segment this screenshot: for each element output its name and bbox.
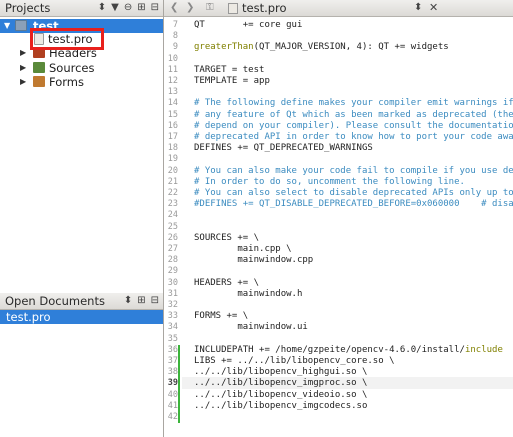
code-line: #DEFINES += QT_DISABLE_DEPRECATED_BEFORE…: [194, 199, 513, 210]
code-line: greaterThan(QT_MAJOR_VERSION, 4): QT += …: [194, 42, 449, 53]
line-number: 31: [167, 288, 178, 299]
line-number: 33: [167, 311, 178, 322]
project-tree: ▼ test ▶ Headers test.pro ▶ Sources ▶ Fo…: [0, 17, 163, 292]
tree-item-label: Sources: [49, 61, 95, 75]
code-line: # In order to do so, uncomment the follo…: [194, 176, 465, 187]
code-line: TARGET = test: [194, 64, 265, 75]
code-line: FORMS += \: [194, 311, 249, 322]
line-number: 21: [167, 176, 178, 187]
code-line: ../../lib/libopencv_videoio.so \: [194, 389, 368, 400]
code-line: ../../lib/libopencv_highgui.so \: [194, 367, 368, 378]
code-line: mainwindow.ui: [194, 322, 308, 333]
open-documents-header: Open Documents ⬍ ⊞ ⊟: [0, 293, 163, 310]
code-line: # deprecated API in order to know how to…: [194, 132, 513, 142]
close-panel-icon[interactable]: ⊟: [151, 293, 159, 309]
expand-arrow-icon[interactable]: ▶: [20, 75, 26, 89]
left-sidebar: Projects ⬍ ▼ ⊖ ⊞ ⊟ ▼ test ▶ Headers test…: [0, 0, 163, 437]
line-number: 10: [167, 53, 178, 64]
line-number: 34: [167, 322, 178, 333]
open-document-item[interactable]: test.pro: [0, 310, 163, 324]
sources-folder-icon: [33, 62, 45, 73]
projects-panel-title[interactable]: Projects: [5, 1, 50, 15]
code-line: mainwindow.h: [194, 288, 303, 299]
line-number: 41: [167, 400, 178, 411]
close-panel-icon[interactable]: ⊟: [151, 0, 159, 16]
sort-selector-icon[interactable]: ⬍: [124, 293, 132, 309]
line-number: 19: [167, 154, 178, 165]
line-number: 28: [167, 255, 178, 266]
line-number: 24: [167, 210, 178, 221]
line-number: 32: [167, 300, 178, 310]
line-number: 26: [167, 232, 178, 243]
line-number: 17: [167, 132, 178, 142]
chevron-left-icon[interactable]: ❮: [170, 0, 178, 16]
line-number: 8: [172, 31, 178, 42]
code-line: # any feature of Qt which as been marked…: [194, 109, 513, 120]
projects-panel-header: Projects ⬍ ▼ ⊖ ⊞ ⊟: [0, 0, 163, 17]
code-line: TEMPLATE = app: [194, 76, 270, 86]
code-line: DEFINES += QT_DEPRECATED_WARNINGS: [194, 143, 373, 154]
line-number: 36: [167, 344, 178, 355]
line-number: 29: [167, 266, 178, 277]
close-icon[interactable]: ✕: [429, 0, 438, 16]
filter-icon[interactable]: ▼: [111, 0, 119, 16]
open-documents-list: test.pro: [0, 310, 163, 437]
line-number: 40: [167, 389, 178, 400]
code-line: SOURCES += \: [194, 232, 260, 243]
code-line: # You can also make your code fail to co…: [194, 165, 513, 176]
line-number: 30: [167, 277, 178, 288]
line-number: 39: [167, 378, 178, 389]
split-icon[interactable]: ⊞: [137, 293, 145, 309]
open-documents-title[interactable]: Open Documents: [5, 294, 105, 308]
code-line: QT += core gui: [194, 20, 303, 30]
expand-arrow-icon[interactable]: ▶: [20, 61, 26, 75]
split-icon[interactable]: ⊞: [137, 0, 145, 16]
line-number: 20: [167, 165, 178, 176]
link-icon[interactable]: ⊖: [124, 0, 132, 16]
line-number: 23: [167, 199, 178, 210]
line-number: 37: [167, 356, 178, 366]
line-number: 25: [167, 221, 178, 232]
line-number: 14: [167, 98, 178, 109]
lock-icon[interactable]: ⚿: [206, 0, 214, 16]
code-line: HEADERS += \: [194, 277, 260, 288]
code-line: mainwindow.cpp: [194, 255, 314, 266]
line-number: 27: [167, 244, 178, 254]
annotation-highlight-box: [30, 28, 104, 50]
line-number: 42: [167, 412, 178, 422]
editor-tab-filename[interactable]: test.pro: [242, 0, 287, 16]
chevron-right-icon[interactable]: ❯: [186, 0, 194, 16]
code-line: # You can also select to disable depreca…: [194, 188, 513, 198]
code-line: INCLUDEPATH += /home/gzpeite/opencv-4.6.…: [194, 344, 503, 355]
project-icon: [15, 20, 27, 31]
line-number: 38: [167, 367, 178, 378]
line-number: 22: [167, 188, 178, 198]
line-number: 15: [167, 109, 178, 120]
expand-arrow-icon[interactable]: ▶: [20, 46, 26, 60]
line-number: 13: [167, 87, 178, 98]
code-line: # The following define makes your compil…: [194, 98, 513, 109]
line-number: 7: [172, 20, 178, 30]
sort-selector-icon[interactable]: ⬍: [98, 0, 106, 16]
code-editor[interactable]: QT += core gui greaterThan(QT_MAJOR_VERSI…: [182, 17, 513, 437]
code-line: ../../lib/libopencv_imgproc.so \: [194, 378, 368, 389]
line-number: 9: [172, 42, 178, 53]
line-number: 18: [167, 143, 178, 154]
line-number: 16: [167, 120, 178, 131]
line-number: 12: [167, 76, 178, 86]
file-icon: [228, 3, 238, 14]
code-line: ../../lib/libopencv_imgcodecs.so: [194, 400, 368, 411]
code-line: main.cpp \: [194, 244, 292, 254]
line-number: 11: [167, 64, 178, 75]
change-marker: [178, 344, 180, 424]
code-line: LIBS += ../../lib/libopencv_core.so \: [194, 356, 395, 366]
forms-folder-icon: [33, 76, 45, 87]
expand-arrow-icon[interactable]: ▼: [4, 19, 10, 33]
line-number: 35: [167, 333, 178, 344]
code-line: # depend on your compiler). Please consu…: [194, 120, 513, 131]
editor-toolbar: ❮ ❯ ⚿ test.pro ⬍ ✕: [164, 0, 513, 17]
tree-item-label: Forms: [49, 75, 84, 89]
document-selector-icon[interactable]: ⬍: [414, 0, 422, 16]
